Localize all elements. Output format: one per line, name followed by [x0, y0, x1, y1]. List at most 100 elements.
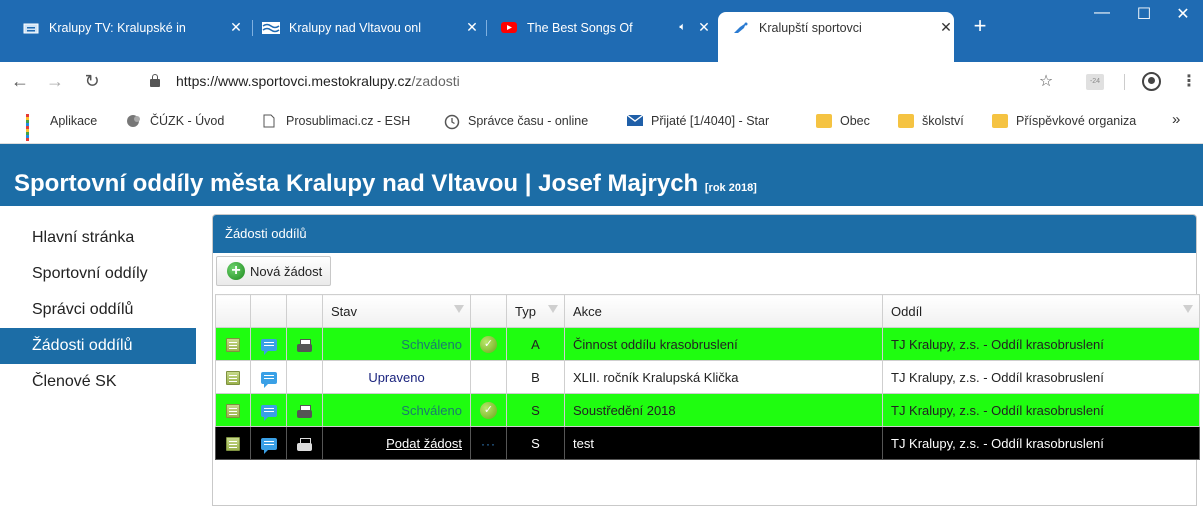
sidebar-item-members[interactable]: Členové SK [0, 364, 196, 400]
filter-icon[interactable] [548, 305, 558, 313]
tv-favicon-icon [22, 21, 40, 35]
print-icon[interactable] [297, 338, 312, 352]
address-bar: ← → ↻ https://www.sportovci.mestokralupy… [0, 62, 1203, 102]
state-cell: Schváleno [322, 393, 471, 427]
club-cell: TJ Kralupy, z.s. - Oddíl krasobruslení [882, 426, 1200, 460]
print-cell[interactable] [286, 327, 323, 361]
type-cell: A [506, 327, 565, 361]
forward-icon[interactable]: → [43, 70, 67, 94]
browser-tab-strip: Kralupy TV: Kralupské in ✕ Kralupy nad V… [0, 0, 1203, 62]
col-header-mark [470, 294, 507, 328]
sidebar-nav: Hlavní stránka Sportovní oddíly Správci … [0, 220, 196, 400]
action-cell: test [564, 426, 883, 460]
table-row[interactable]: Podat žádost ··· S test TJ Kralupy, z.s.… [215, 426, 1200, 460]
edit-document-icon[interactable] [226, 436, 240, 451]
browser-tab-active[interactable]: Kralupští sportovci ✕ [718, 12, 954, 62]
comments-cell[interactable] [250, 426, 287, 460]
cuzk-icon [126, 114, 142, 128]
maximize-icon[interactable]: ☐ [1124, 4, 1164, 24]
new-request-button[interactable]: + Nová žádost [216, 256, 332, 286]
bookmark-item[interactable]: školství [898, 114, 964, 128]
edit-document-icon[interactable] [226, 370, 240, 385]
lock-icon[interactable] [150, 74, 160, 87]
comments-cell[interactable] [250, 360, 287, 394]
table-row[interactable]: Schváleno ✓ A Činnost oddílu krasobrusle… [215, 327, 1200, 361]
edit-cell[interactable] [215, 393, 251, 427]
edit-cell[interactable] [215, 327, 251, 361]
edit-cell[interactable] [215, 426, 251, 460]
club-cell: TJ Kralupy, z.s. - Oddíl krasobruslení [882, 393, 1200, 427]
comment-icon[interactable] [260, 438, 277, 455]
print-cell[interactable] [286, 393, 323, 427]
audio-playing-icon[interactable]: 🔈︎ [679, 21, 686, 34]
print-icon[interactable] [297, 404, 312, 418]
requests-table: Stav Typ Akce Oddíl Schváleno ✓ A Činnos… [215, 294, 1200, 460]
table-row[interactable]: Upraveno B XLII. ročník Kralupská Klička… [215, 360, 1200, 394]
filter-icon[interactable] [1183, 305, 1193, 313]
new-tab-icon[interactable]: + [968, 15, 992, 39]
sidebar-item-clubs[interactable]: Sportovní oddíly [0, 256, 196, 292]
bookmark-item[interactable]: Aplikace [26, 114, 97, 141]
sidebar-item-home[interactable]: Hlavní stránka [0, 220, 196, 256]
edit-document-icon[interactable] [226, 337, 240, 352]
club-cell: TJ Kralupy, z.s. - Oddíl krasobruslení [882, 360, 1200, 394]
bookmark-item[interactable]: Přijaté [1/4040] - Star [626, 114, 769, 128]
comments-cell[interactable] [250, 393, 287, 427]
browser-tab[interactable]: The Best Songs Of 🔈︎ ✕ [500, 12, 712, 43]
close-window-icon[interactable]: ✕ [1163, 4, 1203, 24]
table-row[interactable]: Schváleno ✓ S Soustředění 2018 TJ Kralup… [215, 393, 1200, 427]
bookmarks-overflow-icon[interactable]: » [1172, 111, 1180, 128]
action-cell: XLII. ročník Kralupská Klička [564, 360, 883, 394]
toolbar-divider [1124, 74, 1125, 90]
folder-icon [992, 114, 1008, 128]
bookmark-star-icon[interactable]: ☆ [1035, 71, 1057, 91]
web-page: Sportovní oddíly města Kralupy nad Vltav… [0, 144, 1203, 506]
print-cell[interactable] [286, 426, 323, 460]
bookmark-item[interactable]: Příspěvkové organiza [992, 114, 1136, 128]
col-header-type[interactable]: Typ [506, 294, 565, 328]
state-cell: Upraveno [322, 360, 471, 394]
filter-icon[interactable] [454, 305, 464, 313]
tab-close-icon[interactable]: ✕ [464, 19, 480, 36]
comment-icon[interactable] [260, 405, 277, 422]
minimize-icon[interactable]: — [1082, 4, 1122, 22]
profile-avatar-icon[interactable] [1142, 72, 1161, 91]
sidebar-item-club-admins[interactable]: Správci oddílů [0, 292, 196, 328]
bookmark-item[interactable]: ČÚZK - Úvod [126, 114, 224, 128]
mark-cell [470, 360, 507, 394]
col-header-state[interactable]: Stav [322, 294, 471, 328]
print-icon[interactable] [297, 437, 312, 451]
col-header-action[interactable]: Akce [564, 294, 883, 328]
state-cell: Podat žádost [322, 426, 471, 460]
tab-close-icon[interactable]: ✕ [938, 19, 954, 36]
site-title: Sportovní oddíly města Kralupy nad Vltav… [14, 170, 757, 197]
extension-icon[interactable]: -24 [1086, 74, 1104, 90]
type-cell: S [506, 393, 565, 427]
comment-icon[interactable] [260, 372, 277, 389]
submit-request-link[interactable]: Podat žádost [386, 436, 462, 451]
comments-cell[interactable] [250, 327, 287, 361]
bookmark-item[interactable]: Obec [816, 114, 870, 128]
tab-close-icon[interactable]: ✕ [228, 19, 244, 36]
browser-tab[interactable]: Kralupy TV: Kralupské in ✕ [22, 12, 244, 43]
menu-kebab-icon[interactable]: ⋮ [1178, 71, 1200, 91]
mark-cell: ✓ [470, 393, 507, 427]
mark-cell: ··· [470, 426, 507, 460]
back-icon[interactable]: ← [8, 70, 32, 94]
reload-icon[interactable]: ↻ [80, 70, 104, 94]
tab-divider [252, 20, 253, 36]
comment-icon[interactable] [260, 339, 277, 356]
waves-favicon-icon [262, 21, 280, 35]
skater-favicon-icon [732, 21, 750, 35]
tab-close-icon[interactable]: ✕ [696, 19, 712, 36]
url-field[interactable]: https://www.sportovci.mestokralupy.cz/za… [176, 73, 460, 89]
bookmark-item[interactable]: Správce času - online [444, 114, 588, 130]
sidebar-item-requests[interactable]: Žádosti oddílů [0, 328, 196, 364]
edit-cell[interactable] [215, 360, 251, 394]
col-header-club[interactable]: Oddíl [882, 294, 1200, 328]
clock-icon [444, 114, 460, 130]
bookmark-item[interactable]: Prosublimaci.cz - ESH [262, 114, 410, 128]
panel-toolbar: + Nová žádost [213, 253, 1196, 289]
edit-document-icon[interactable] [226, 403, 240, 418]
browser-tab[interactable]: Kralupy nad Vltavou onl ✕ [262, 12, 480, 43]
